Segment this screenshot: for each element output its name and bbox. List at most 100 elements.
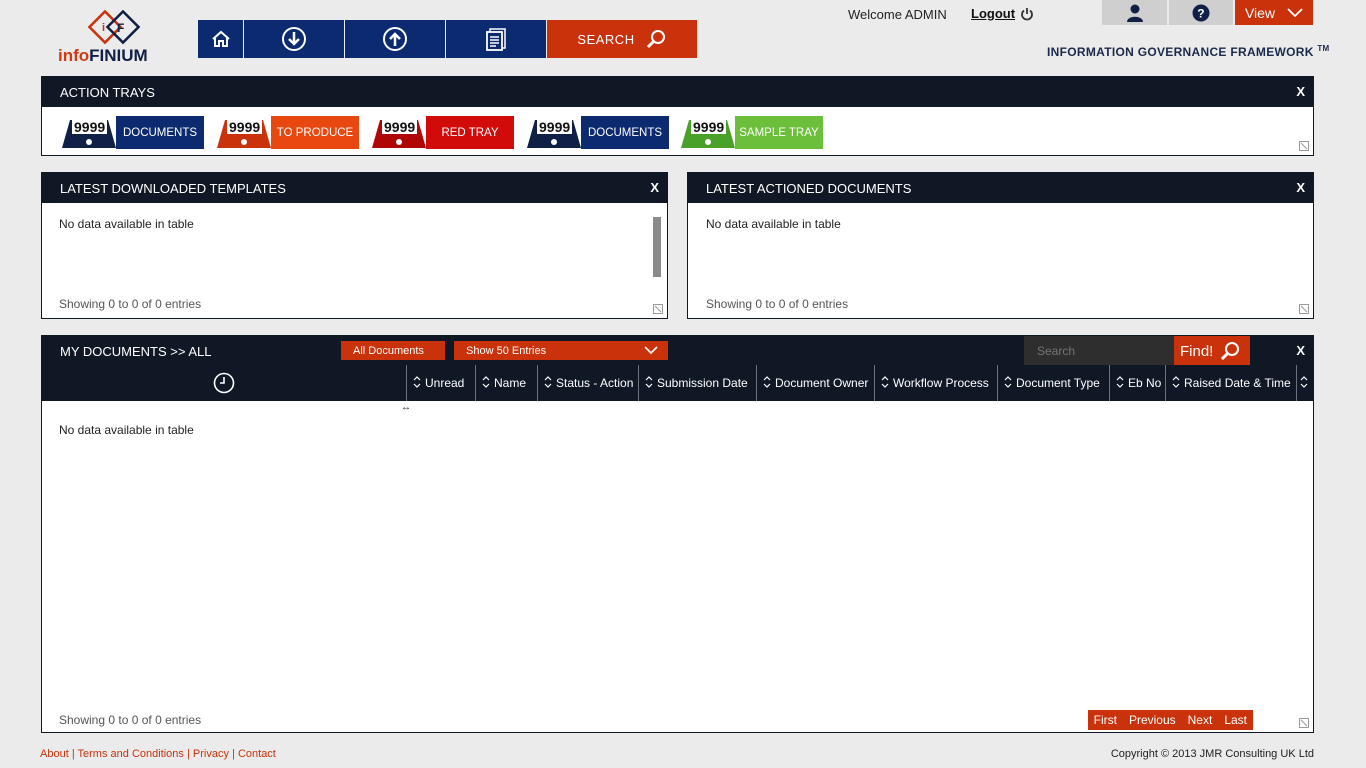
home-icon bbox=[211, 30, 230, 47]
tray-red-tray[interactable]: 9999 RED TRAY bbox=[368, 116, 514, 149]
my-documents-header: MY DOCUMENTS >> ALL All Documents Show 5… bbox=[42, 336, 1313, 366]
document-filter-dropdown[interactable]: All Documents bbox=[341, 341, 445, 360]
sort-icon bbox=[1300, 375, 1308, 392]
column-header-eb-no[interactable]: Eb No bbox=[1109, 365, 1165, 401]
resize-icon[interactable] bbox=[1299, 304, 1309, 314]
pager-last-button[interactable]: Last bbox=[1218, 713, 1253, 727]
tray-label: RED TRAY bbox=[426, 116, 514, 149]
tray-label: DOCUMENTS bbox=[581, 116, 669, 149]
column-label: Document Type bbox=[1016, 376, 1100, 390]
resize-icon[interactable] bbox=[1299, 718, 1309, 728]
search-nav-label: SEARCH bbox=[577, 31, 635, 47]
sort-icon bbox=[1004, 375, 1012, 392]
column-header-name[interactable]: Name bbox=[475, 365, 537, 401]
footer-separator: | bbox=[71, 748, 75, 760]
latest-actioned-empty: No data available in table bbox=[706, 217, 841, 231]
action-trays-panel: ACTION TRAYS X 9999 DOCUMENTS 9999 TO PR… bbox=[41, 76, 1314, 156]
documents-showing: Showing 0 to 0 of 0 entries bbox=[59, 713, 202, 727]
home-button[interactable] bbox=[198, 20, 244, 58]
column-label: Document Owner bbox=[775, 376, 869, 390]
logout-label: Logout bbox=[971, 6, 1016, 21]
column-header-document-type[interactable]: Document Type bbox=[997, 365, 1109, 401]
close-latest-templates-button[interactable]: X bbox=[650, 180, 659, 195]
latest-templates-showing: Showing 0 to 0 of 0 entries bbox=[59, 297, 202, 311]
column-header-raised-date-time[interactable]: Raised Date & Time bbox=[1165, 365, 1296, 401]
tray-list: 9999 DOCUMENTS 9999 TO PRODUCE 9999 RED … bbox=[42, 107, 1313, 155]
footer-contact-link[interactable]: Contact bbox=[238, 748, 276, 760]
column-header-submission-date[interactable]: Submission Date bbox=[638, 365, 756, 401]
resize-icon[interactable] bbox=[1299, 141, 1309, 151]
close-my-documents-button[interactable]: X bbox=[1296, 343, 1305, 358]
column-label: Eb No bbox=[1128, 376, 1162, 390]
close-action-trays-button[interactable]: X bbox=[1296, 84, 1305, 99]
documents-table-header: Unread Name Status - Action Submission D… bbox=[42, 365, 1313, 401]
help-button[interactable]: ? bbox=[1169, 0, 1233, 25]
document-filter-label: All Documents bbox=[353, 344, 424, 357]
logout-link[interactable]: Logout bbox=[971, 6, 1034, 21]
tray-sample-tray[interactable]: 9999 SAMPLE TRAY bbox=[677, 116, 823, 149]
pager-next-button[interactable]: Next bbox=[1182, 713, 1219, 727]
search-icon bbox=[1221, 342, 1240, 361]
pagination: First Previous Next Last bbox=[1087, 710, 1253, 730]
footer-terms-link[interactable]: Terms and Conditions bbox=[78, 748, 184, 760]
pager-first-button[interactable]: First bbox=[1088, 713, 1123, 727]
column-label: Status - Action bbox=[556, 376, 634, 390]
documents-button[interactable] bbox=[446, 20, 547, 58]
user-button[interactable] bbox=[1102, 0, 1167, 25]
latest-templates-scrollbar[interactable] bbox=[653, 217, 661, 277]
svg-text:i: i bbox=[102, 22, 105, 34]
search-nav-button[interactable]: SEARCH bbox=[547, 20, 697, 58]
tray-documents[interactable]: 9999 DOCUMENTS bbox=[58, 116, 204, 149]
footer-links: About | Terms and Conditions | Privacy |… bbox=[40, 748, 276, 760]
latest-actioned-panel: LATEST ACTIONED DOCUMENTS X No data avai… bbox=[687, 172, 1314, 319]
tray-to-produce[interactable]: 9999 TO PRODUCE bbox=[213, 116, 359, 149]
sort-icon bbox=[413, 375, 421, 392]
column-header-time[interactable] bbox=[42, 365, 406, 401]
logo-text: infoFINIUM bbox=[58, 46, 148, 65]
find-button[interactable]: Find! bbox=[1174, 336, 1250, 366]
footer-privacy-link[interactable]: Privacy bbox=[193, 748, 229, 760]
column-header-extra[interactable] bbox=[1296, 365, 1313, 401]
power-icon bbox=[1021, 7, 1033, 20]
resize-icon[interactable] bbox=[653, 304, 663, 314]
sort-icon bbox=[1172, 375, 1180, 392]
tray-count-badge: 9999 bbox=[58, 116, 116, 149]
svg-text:?: ? bbox=[1197, 6, 1204, 20]
column-header-status-action[interactable]: Status - Action bbox=[537, 365, 638, 401]
column-label: Workflow Process bbox=[893, 376, 989, 390]
svg-text:F: F bbox=[117, 21, 124, 35]
sort-icon bbox=[763, 375, 771, 392]
column-header-workflow-process[interactable]: Workflow Process bbox=[874, 365, 997, 401]
close-latest-actioned-button[interactable]: X bbox=[1296, 180, 1305, 195]
tray-documents-2[interactable]: 9999 DOCUMENTS bbox=[523, 116, 669, 149]
sort-icon bbox=[881, 375, 889, 392]
app-logo[interactable]: i F infoFINIUM bbox=[58, 10, 168, 65]
upload-icon bbox=[383, 27, 407, 51]
entries-per-page-dropdown[interactable]: Show 50 Entries bbox=[454, 341, 668, 360]
documents-search-input[interactable] bbox=[1024, 336, 1174, 366]
footer-about-link[interactable]: About bbox=[40, 748, 69, 760]
latest-actioned-header: LATEST ACTIONED DOCUMENTS X bbox=[688, 173, 1313, 203]
documents-empty: No data available in table bbox=[59, 423, 194, 437]
my-documents-panel: MY DOCUMENTS >> ALL All Documents Show 5… bbox=[41, 335, 1314, 733]
column-resize-handle[interactable]: ↔ bbox=[401, 402, 411, 413]
tray-count-badge: 9999 bbox=[368, 116, 426, 149]
view-dropdown[interactable]: View bbox=[1235, 0, 1313, 25]
latest-actioned-title: LATEST ACTIONED DOCUMENTS bbox=[706, 180, 912, 196]
column-label: Submission Date bbox=[657, 376, 748, 390]
my-documents-title: MY DOCUMENTS >> ALL bbox=[60, 343, 212, 359]
copyright-text: Copyright © 2013 JMR Consulting UK Ltd bbox=[1110, 748, 1314, 760]
help-icon: ? bbox=[1192, 4, 1210, 21]
column-header-document-owner[interactable]: Document Owner bbox=[756, 365, 874, 401]
tray-count-badge: 9999 bbox=[677, 116, 735, 149]
find-label: Find! bbox=[1180, 342, 1214, 360]
download-button[interactable] bbox=[244, 20, 345, 58]
column-header-unread[interactable]: Unread bbox=[406, 365, 475, 401]
upload-button[interactable] bbox=[345, 20, 446, 58]
pager-previous-button[interactable]: Previous bbox=[1123, 713, 1182, 727]
welcome-text: Welcome ADMIN bbox=[848, 7, 947, 22]
column-label: Raised Date & Time bbox=[1184, 376, 1291, 390]
tray-count-badge: 9999 bbox=[523, 116, 581, 149]
view-label: View bbox=[1244, 4, 1276, 21]
tray-count: 9999 bbox=[537, 119, 573, 135]
